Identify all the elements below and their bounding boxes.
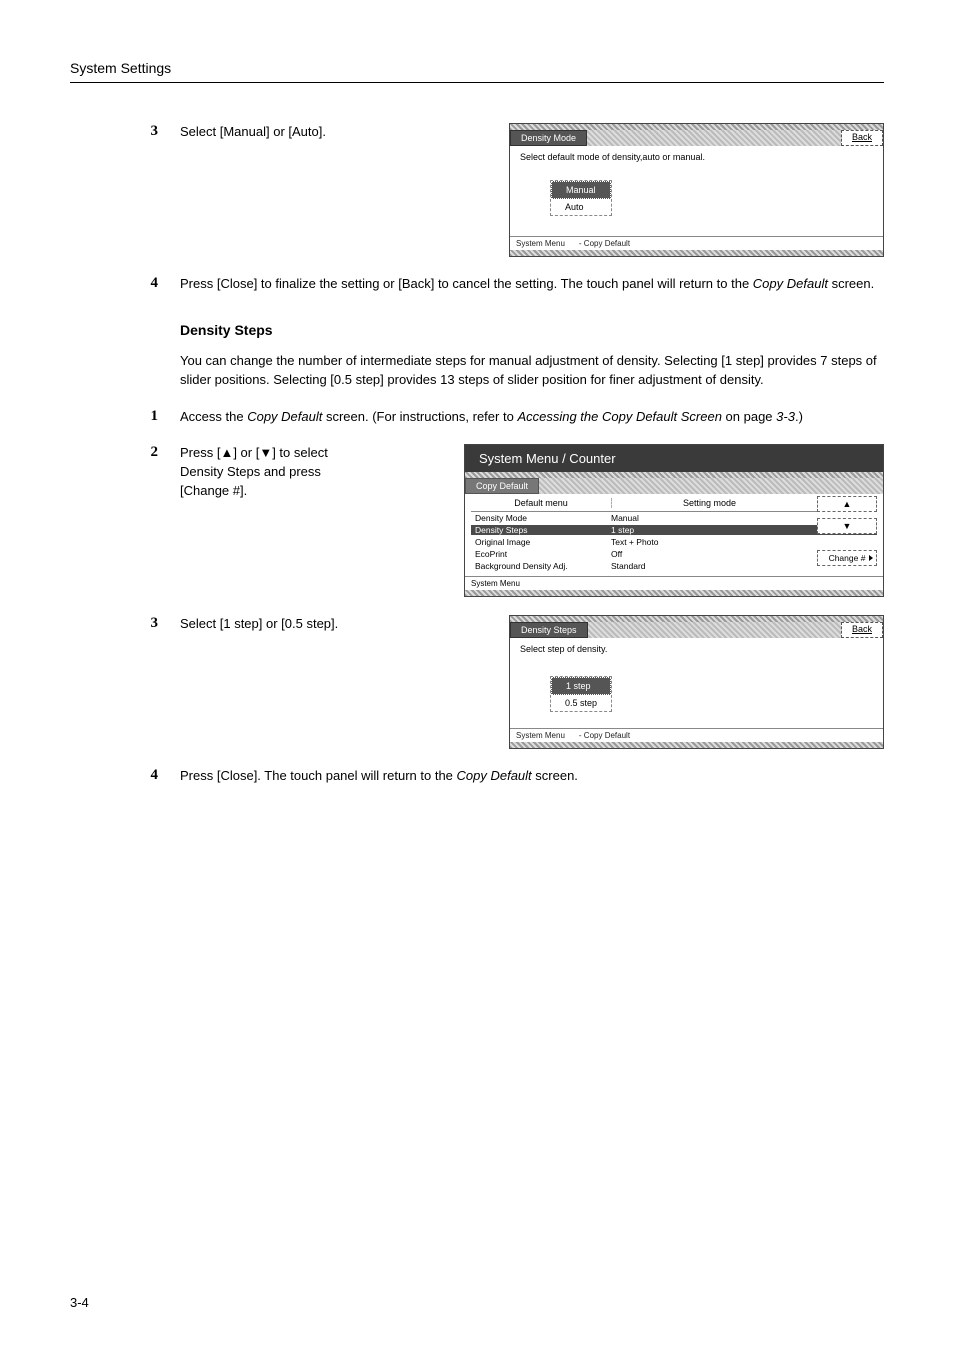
step-1b-num: 1 (70, 408, 180, 425)
col-default-menu: Default menu (471, 498, 611, 508)
step-2b-row: 2 Press [▲] or [▼] to select Density Ste… (70, 444, 884, 597)
density-steps-title: Density Steps (510, 622, 588, 638)
step-3a-row: 3 Select [Manual] or [Auto]. Density Mod… (70, 123, 884, 257)
density-steps-desc: You can change the number of intermediat… (180, 352, 884, 390)
step-4a-text: Press [Close] to finalize the setting or… (180, 275, 884, 294)
density-steps-instr: Select step of density. (520, 644, 873, 654)
density-mode-panel: Density Mode Back Select default mode of… (509, 123, 884, 257)
step-4b-row: 4 Press [Close]. The touch panel will re… (70, 767, 884, 786)
down-button[interactable]: ▼ (817, 518, 877, 534)
step-3a-text: Select [Manual] or [Auto]. (180, 123, 370, 142)
step-4b-num: 4 (70, 767, 180, 784)
step-2b-num: 2 (70, 444, 180, 461)
sys-menu-title: System Menu / Counter (465, 445, 883, 472)
step-1b-text: Access the Copy Default screen. (For ins… (180, 408, 884, 427)
back-button[interactable]: Back (841, 130, 883, 146)
crumb-copy-default: - Copy Default (579, 239, 630, 248)
step-2b-text: Press [▲] or [▼] to select Density Steps… (180, 444, 370, 501)
density-mode-title: Density Mode (510, 130, 587, 146)
option-05step[interactable]: 0.5 step (551, 695, 611, 711)
header-title: System Settings (70, 60, 171, 76)
density-steps-options: 1 step 0.5 step (550, 676, 612, 712)
up-button[interactable]: ▲ (817, 496, 877, 512)
step-1b-row: 1 Access the Copy Default screen. (For i… (70, 408, 884, 427)
step-3b-row: 3 Select [1 step] or [0.5 step]. Density… (70, 615, 884, 749)
option-manual[interactable]: Manual (551, 181, 611, 199)
sys-bottom-crumb: System Menu (465, 576, 883, 590)
density-steps-heading: Density Steps (180, 322, 884, 338)
page-header: System Settings (70, 60, 884, 83)
copy-default-panel: System Menu / Counter Copy Default Defau… (464, 444, 884, 597)
option-auto[interactable]: Auto (551, 199, 611, 215)
crumb-system-menu: System Menu (516, 731, 565, 740)
back-button[interactable]: Back (841, 622, 883, 638)
crumb-copy-default: - Copy Default (579, 731, 630, 740)
step-3b-text: Select [1 step] or [0.5 step]. (180, 615, 370, 634)
option-1step[interactable]: 1 step (551, 677, 611, 695)
density-steps-panel: Density Steps Back Select step of densit… (509, 615, 884, 749)
density-mode-options: Manual Auto (550, 180, 612, 216)
step-3a-num: 3 (70, 123, 180, 140)
copy-default-chip: Copy Default (465, 478, 539, 494)
col-setting-mode: Setting mode (612, 498, 807, 508)
step-4b-text: Press [Close]. The touch panel will retu… (180, 767, 884, 786)
step-4a-row: 4 Press [Close] to finalize the setting … (70, 275, 884, 294)
page-number: 3-4 (70, 1295, 89, 1310)
step-3b-num: 3 (70, 615, 180, 632)
density-mode-instr: Select default mode of density,auto or m… (520, 152, 873, 162)
crumb-system-menu: System Menu (516, 239, 565, 248)
step-4a-num: 4 (70, 275, 180, 292)
change-button[interactable]: Change # (817, 550, 877, 566)
